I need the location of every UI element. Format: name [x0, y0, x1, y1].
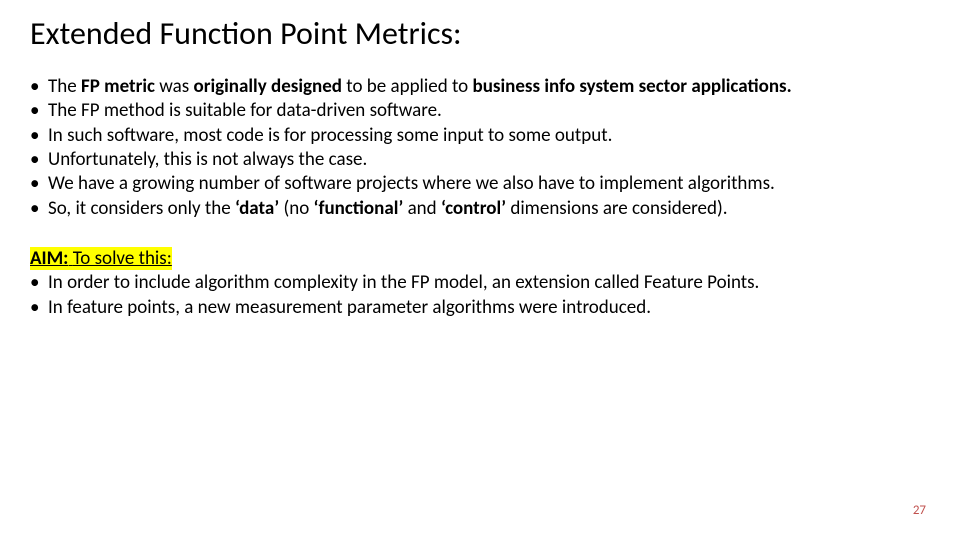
bullet-item: •The FP metric was originally designed t… [30, 75, 930, 99]
bullet-item: •We have a growing number of software pr… [30, 172, 930, 196]
aim-item: • In order to include algorithm complexi… [30, 271, 930, 295]
bullet-text: Unfortunately, this is not always the ca… [48, 148, 930, 172]
bullet-marker: • [30, 296, 48, 320]
aim-item: •In feature points, a new measurement pa… [30, 296, 930, 320]
bullet-marker: • [30, 124, 48, 148]
bullet-item: •The FP method is suitable for data-driv… [30, 99, 930, 123]
bullet-item: •In such software, most code is for proc… [30, 124, 930, 148]
bullet-text: The FP metric was originally designed to… [48, 75, 930, 99]
slide: Extended Function Point Metrics: •The FP… [0, 0, 960, 540]
aim-subtitle: To solve this: [73, 247, 172, 270]
bullet-item: •Unfortunately, this is not always the c… [30, 148, 930, 172]
bullet-marker: • [30, 271, 48, 295]
bullet-text: In such software, most code is for proce… [48, 124, 930, 148]
bullet-marker: • [30, 148, 48, 172]
bullet-list: •The FP metric was originally designed t… [30, 75, 930, 221]
aim-text: In feature points, a new measurement par… [48, 296, 930, 320]
aim-text: In order to include algorithm complexity… [48, 271, 930, 295]
aim-heading: AIM: To solve this: [30, 247, 930, 271]
page-number: 27 [913, 503, 926, 518]
bullet-text: We have a growing number of software pro… [48, 172, 930, 196]
bullet-text: The FP method is suitable for data-drive… [48, 99, 930, 123]
bullet-marker: • [30, 99, 48, 123]
bullet-text: So, it considers only the ‘data’ (no ‘fu… [48, 197, 930, 221]
bullet-marker: • [30, 197, 48, 221]
aim-list: • In order to include algorithm complexi… [30, 271, 930, 320]
bullet-item: •So, it considers only the ‘data’ (no ‘f… [30, 197, 930, 221]
bullet-marker: • [30, 75, 48, 99]
bullet-marker: • [30, 172, 48, 196]
aim-label: AIM: [30, 247, 68, 270]
slide-title: Extended Function Point Metrics: [30, 14, 930, 53]
